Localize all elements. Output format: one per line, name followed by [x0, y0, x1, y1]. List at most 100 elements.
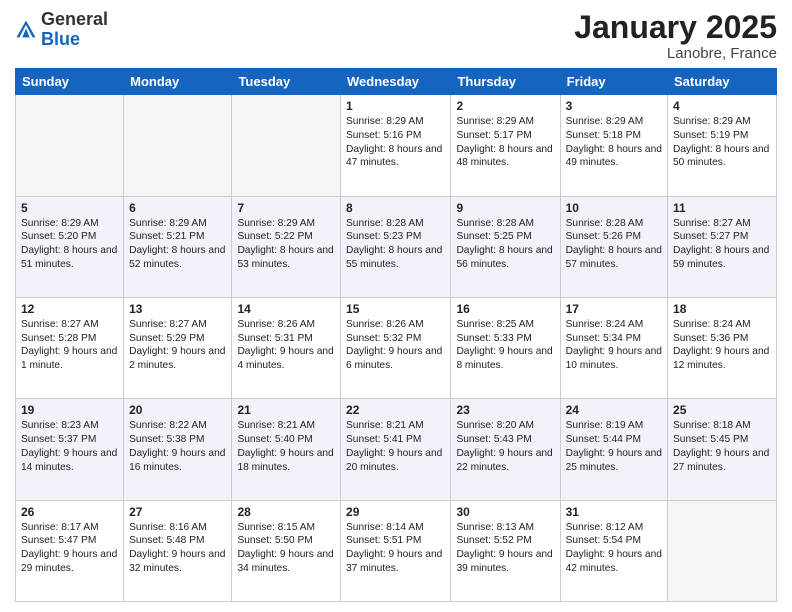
- table-row: 29 Sunrise: 8:14 AM Sunset: 5:51 PM Dayli…: [341, 500, 451, 601]
- day-number: 9: [456, 201, 554, 215]
- cell-info: Sunrise: 8:28 AM Sunset: 5:26 PM Dayligh…: [566, 217, 662, 272]
- table-row: 15 Sunrise: 8:26 AM Sunset: 5:32 PM Dayli…: [341, 297, 451, 398]
- calendar-week-row: 19 Sunrise: 8:23 AM Sunset: 5:37 PM Dayli…: [16, 399, 777, 500]
- cell-info: Sunrise: 8:19 AM Sunset: 5:44 PM Dayligh…: [566, 419, 662, 474]
- cell-info: Sunrise: 8:29 AM Sunset: 5:21 PM Dayligh…: [129, 217, 226, 272]
- table-row: [668, 500, 777, 601]
- table-row: [124, 95, 232, 196]
- table-row: 13 Sunrise: 8:27 AM Sunset: 5:29 PM Dayli…: [124, 297, 232, 398]
- cell-info: Sunrise: 8:29 AM Sunset: 5:16 PM Dayligh…: [346, 115, 445, 170]
- cell-info: Sunrise: 8:17 AM Sunset: 5:47 PM Dayligh…: [21, 521, 118, 576]
- cell-info: Sunrise: 8:27 AM Sunset: 5:28 PM Dayligh…: [21, 318, 118, 373]
- table-row: 3 Sunrise: 8:29 AM Sunset: 5:18 PM Daylig…: [560, 95, 667, 196]
- day-number: 21: [237, 403, 335, 417]
- day-number: 14: [237, 302, 335, 316]
- logo-blue-text: Blue: [41, 29, 80, 49]
- day-number: 10: [566, 201, 662, 215]
- table-row: 30 Sunrise: 8:13 AM Sunset: 5:52 PM Dayli…: [451, 500, 560, 601]
- cell-info: Sunrise: 8:26 AM Sunset: 5:31 PM Dayligh…: [237, 318, 335, 373]
- col-thursday: Thursday: [451, 69, 560, 95]
- cell-info: Sunrise: 8:18 AM Sunset: 5:45 PM Dayligh…: [673, 419, 771, 474]
- calendar-header-row: Sunday Monday Tuesday Wednesday Thursday…: [16, 69, 777, 95]
- calendar-week-row: 1 Sunrise: 8:29 AM Sunset: 5:16 PM Daylig…: [16, 95, 777, 196]
- cell-info: Sunrise: 8:13 AM Sunset: 5:52 PM Dayligh…: [456, 521, 554, 576]
- col-saturday: Saturday: [668, 69, 777, 95]
- cell-info: Sunrise: 8:21 AM Sunset: 5:40 PM Dayligh…: [237, 419, 335, 474]
- day-number: 12: [21, 302, 118, 316]
- calendar-week-row: 12 Sunrise: 8:27 AM Sunset: 5:28 PM Dayli…: [16, 297, 777, 398]
- table-row: 11Sunrise: 8:27 AM Sunset: 5:27 PM Dayli…: [668, 196, 777, 297]
- cell-info: Sunrise: 8:29 AM Sunset: 5:20 PM Dayligh…: [21, 217, 118, 272]
- table-row: 21 Sunrise: 8:21 AM Sunset: 5:40 PM Dayli…: [232, 399, 341, 500]
- table-row: [232, 95, 341, 196]
- cell-info: Sunrise: 8:21 AM Sunset: 5:41 PM Dayligh…: [346, 419, 445, 474]
- table-row: 16Sunrise: 8:25 AM Sunset: 5:33 PM Dayli…: [451, 297, 560, 398]
- table-row: 26 Sunrise: 8:17 AM Sunset: 5:47 PM Dayli…: [16, 500, 124, 601]
- cell-info: Sunrise: 8:26 AM Sunset: 5:32 PM Dayligh…: [346, 318, 445, 373]
- col-friday: Friday: [560, 69, 667, 95]
- day-number: 26: [21, 505, 118, 519]
- table-row: 12 Sunrise: 8:27 AM Sunset: 5:28 PM Dayli…: [16, 297, 124, 398]
- day-number: 20: [129, 403, 226, 417]
- day-number: 13: [129, 302, 226, 316]
- day-number: 8: [346, 201, 445, 215]
- day-number: 5: [21, 201, 118, 215]
- calendar-week-row: 26 Sunrise: 8:17 AM Sunset: 5:47 PM Dayli…: [16, 500, 777, 601]
- day-number: 15: [346, 302, 445, 316]
- table-row: 23Sunrise: 8:20 AM Sunset: 5:43 PM Dayli…: [451, 399, 560, 500]
- cell-info: Sunrise: 8:25 AM Sunset: 5:33 PM Dayligh…: [456, 318, 554, 373]
- logo-icon: [15, 19, 37, 41]
- day-number: 4: [673, 99, 771, 113]
- table-row: 10 Sunrise: 8:28 AM Sunset: 5:26 PM Dayli…: [560, 196, 667, 297]
- title-block: January 2025 Lanobre, France: [574, 10, 777, 62]
- table-row: 2 Sunrise: 8:29 AM Sunset: 5:17 PM Daylig…: [451, 95, 560, 196]
- day-number: 18: [673, 302, 771, 316]
- day-number: 2: [456, 99, 554, 113]
- cell-info: Sunrise: 8:29 AM Sunset: 5:22 PM Dayligh…: [237, 217, 335, 272]
- table-row: 4 Sunrise: 8:29 AM Sunset: 5:19 PM Daylig…: [668, 95, 777, 196]
- location-subtitle: Lanobre, France: [574, 45, 777, 62]
- table-row: 17 Sunrise: 8:24 AM Sunset: 5:34 PM Dayli…: [560, 297, 667, 398]
- cell-info: Sunrise: 8:14 AM Sunset: 5:51 PM Dayligh…: [346, 521, 445, 576]
- cell-info: Sunrise: 8:16 AM Sunset: 5:48 PM Dayligh…: [129, 521, 226, 576]
- day-number: 22: [346, 403, 445, 417]
- table-row: 1 Sunrise: 8:29 AM Sunset: 5:16 PM Daylig…: [341, 95, 451, 196]
- col-sunday: Sunday: [16, 69, 124, 95]
- col-monday: Monday: [124, 69, 232, 95]
- cell-info: Sunrise: 8:29 AM Sunset: 5:18 PM Dayligh…: [566, 115, 662, 170]
- cell-info: Sunrise: 8:24 AM Sunset: 5:36 PM Dayligh…: [673, 318, 771, 373]
- cell-info: Sunrise: 8:24 AM Sunset: 5:34 PM Dayligh…: [566, 318, 662, 373]
- day-number: 30: [456, 505, 554, 519]
- table-row: 22 Sunrise: 8:21 AM Sunset: 5:41 PM Dayli…: [341, 399, 451, 500]
- logo: General Blue: [15, 10, 108, 50]
- day-number: 29: [346, 505, 445, 519]
- table-row: 20 Sunrise: 8:22 AM Sunset: 5:38 PM Dayli…: [124, 399, 232, 500]
- cell-info: Sunrise: 8:23 AM Sunset: 5:37 PM Dayligh…: [21, 419, 118, 474]
- table-row: [16, 95, 124, 196]
- cell-info: Sunrise: 8:22 AM Sunset: 5:38 PM Dayligh…: [129, 419, 226, 474]
- day-number: 3: [566, 99, 662, 113]
- logo-text: General Blue: [41, 10, 108, 50]
- table-row: 18 Sunrise: 8:24 AM Sunset: 5:36 PM Dayli…: [668, 297, 777, 398]
- cell-info: Sunrise: 8:29 AM Sunset: 5:17 PM Dayligh…: [456, 115, 554, 170]
- calendar-table: Sunday Monday Tuesday Wednesday Thursday…: [15, 68, 777, 602]
- header: General Blue January 2025 Lanobre, Franc…: [15, 10, 777, 62]
- table-row: 24Sunrise: 8:19 AM Sunset: 5:44 PM Dayli…: [560, 399, 667, 500]
- day-number: 28: [237, 505, 335, 519]
- cell-info: Sunrise: 8:29 AM Sunset: 5:19 PM Dayligh…: [673, 115, 771, 170]
- col-wednesday: Wednesday: [341, 69, 451, 95]
- day-number: 17: [566, 302, 662, 316]
- page: General Blue January 2025 Lanobre, Franc…: [0, 0, 792, 612]
- cell-info: Sunrise: 8:28 AM Sunset: 5:23 PM Dayligh…: [346, 217, 445, 272]
- day-number: 25: [673, 403, 771, 417]
- cell-info: Sunrise: 8:20 AM Sunset: 5:43 PM Dayligh…: [456, 419, 554, 474]
- day-number: 6: [129, 201, 226, 215]
- cell-info: Sunrise: 8:27 AM Sunset: 5:29 PM Dayligh…: [129, 318, 226, 373]
- calendar-week-row: 5 Sunrise: 8:29 AM Sunset: 5:20 PM Daylig…: [16, 196, 777, 297]
- day-number: 1: [346, 99, 445, 113]
- table-row: 28Sunrise: 8:15 AM Sunset: 5:50 PM Dayli…: [232, 500, 341, 601]
- day-number: 19: [21, 403, 118, 417]
- cell-info: Sunrise: 8:28 AM Sunset: 5:25 PM Dayligh…: [456, 217, 554, 272]
- table-row: 19 Sunrise: 8:23 AM Sunset: 5:37 PM Dayli…: [16, 399, 124, 500]
- table-row: 27Sunrise: 8:16 AM Sunset: 5:48 PM Dayli…: [124, 500, 232, 601]
